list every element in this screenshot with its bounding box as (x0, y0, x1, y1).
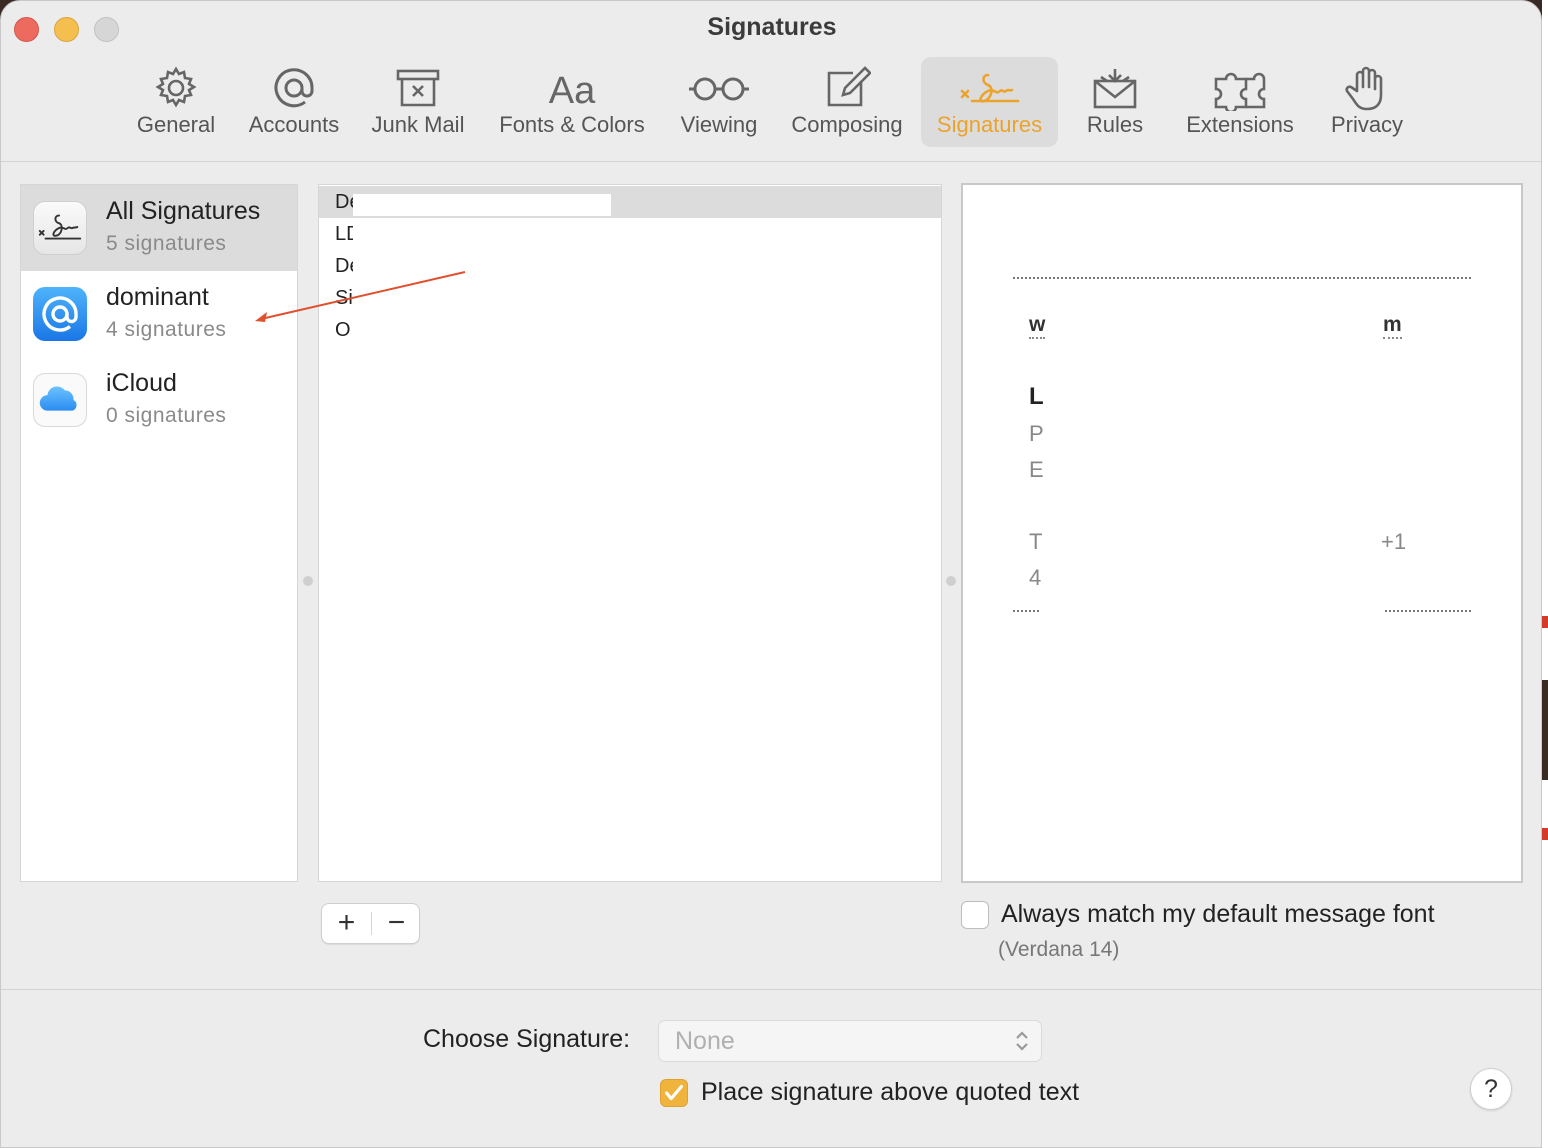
tab-accounts[interactable]: Accounts (239, 57, 349, 147)
signature-preview[interactable]: w m L P E T +1 4 (961, 183, 1523, 883)
preview-text: T (1029, 529, 1043, 554)
match-font-label: Always match my default message font (1001, 900, 1435, 928)
tab-viewing-label: Viewing (680, 112, 758, 137)
tab-composing[interactable]: Composing (783, 57, 911, 147)
at-sign-icon (274, 68, 314, 108)
account-signature-count: 5 signatures (106, 232, 227, 255)
tab-privacy[interactable]: Privacy (1321, 57, 1413, 147)
tab-extensions[interactable]: Extensions (1175, 57, 1305, 147)
svg-text:Aa: Aa (549, 70, 596, 111)
window-title: Signatures (707, 13, 837, 41)
help-button[interactable]: ? (1470, 1068, 1512, 1110)
tab-extensions-label: Extensions (1186, 112, 1294, 137)
tab-general-label: General (136, 112, 216, 137)
add-signature-button[interactable]: + (322, 904, 371, 943)
annotation-arrow-icon (255, 271, 466, 322)
tab-viewing[interactable]: Viewing (671, 57, 767, 147)
tab-junk-mail-label: Junk Mail (371, 112, 465, 137)
pane-resize-handle[interactable] (946, 576, 956, 586)
at-sign-icon (33, 287, 87, 341)
tab-fonts-colors-label: Fonts & Colors (499, 112, 645, 137)
tab-fonts-colors[interactable]: Aa Fonts & Colors (489, 57, 655, 147)
account-name: dominant (106, 283, 209, 311)
font-aa-icon: Aa (549, 70, 596, 111)
tab-junk-mail[interactable]: Junk Mail (363, 57, 473, 147)
tab-rules[interactable]: Rules (1073, 57, 1157, 147)
compose-icon (827, 66, 871, 107)
preview-name: L (1029, 383, 1044, 410)
signature-icon (33, 201, 87, 255)
bottom-divider (1, 989, 1541, 990)
match-font-checkbox[interactable] (961, 901, 989, 929)
preview-text: w (1029, 313, 1046, 339)
icloud-icon (33, 373, 87, 427)
default-font-note: (Verdana 14) (998, 938, 1120, 961)
mail-settings-window: Signatures General Accounts Junk Mail Aa… (0, 0, 1542, 1148)
tab-general[interactable]: General (129, 57, 223, 147)
puzzle-icon (1214, 72, 1266, 111)
account-name: All Signatures (106, 197, 261, 225)
choose-signature-label: Choose Signature: (423, 1025, 631, 1053)
gear-icon (155, 66, 197, 108)
signature-icon (960, 73, 1019, 103)
account-name: iCloud (106, 369, 177, 397)
glasses-icon (689, 77, 749, 101)
redaction-block (353, 194, 611, 216)
preview-text: +1 (1381, 529, 1407, 554)
add-remove-control: + − (321, 903, 420, 944)
account-row-icloud[interactable]: iCloud 0 signatures (21, 357, 297, 443)
dotted-rule (1013, 610, 1039, 612)
preview-text: 4 (1029, 565, 1042, 590)
account-signature-count: 0 signatures (106, 404, 227, 427)
junk-bin-icon (396, 69, 440, 107)
choose-signature-value: None (675, 1027, 735, 1055)
remove-signature-button[interactable]: − (372, 904, 421, 943)
account-signature-count: 4 signatures (106, 318, 227, 341)
tab-signatures[interactable]: Signatures (921, 57, 1058, 147)
preview-text: m (1383, 313, 1402, 339)
tab-accounts-label: Accounts (248, 112, 340, 137)
place-above-checkbox[interactable] (660, 1079, 688, 1107)
choose-signature-select[interactable]: None (658, 1020, 1042, 1062)
tab-rules-label: Rules (1086, 112, 1144, 137)
preview-text: E (1029, 457, 1044, 482)
rules-envelope-icon (1093, 69, 1137, 109)
dotted-rule (1385, 610, 1471, 612)
tab-signatures-label: Signatures (936, 112, 1043, 137)
pane-resize-handle[interactable] (303, 576, 313, 586)
account-row-all-signatures[interactable]: All Signatures 5 signatures (21, 185, 297, 271)
place-above-label: Place signature above quoted text (701, 1078, 1080, 1106)
toolbar-divider (1, 161, 1541, 162)
checkmark-icon (664, 1084, 684, 1101)
tab-privacy-label: Privacy (1330, 112, 1404, 137)
background-strip (1542, 0, 1548, 1148)
tab-composing-label: Composing (791, 112, 903, 137)
preview-text: P (1029, 421, 1044, 446)
hand-icon (1345, 66, 1383, 111)
chevron-updown-icon (1016, 1031, 1028, 1051)
dotted-rule (1013, 277, 1471, 279)
